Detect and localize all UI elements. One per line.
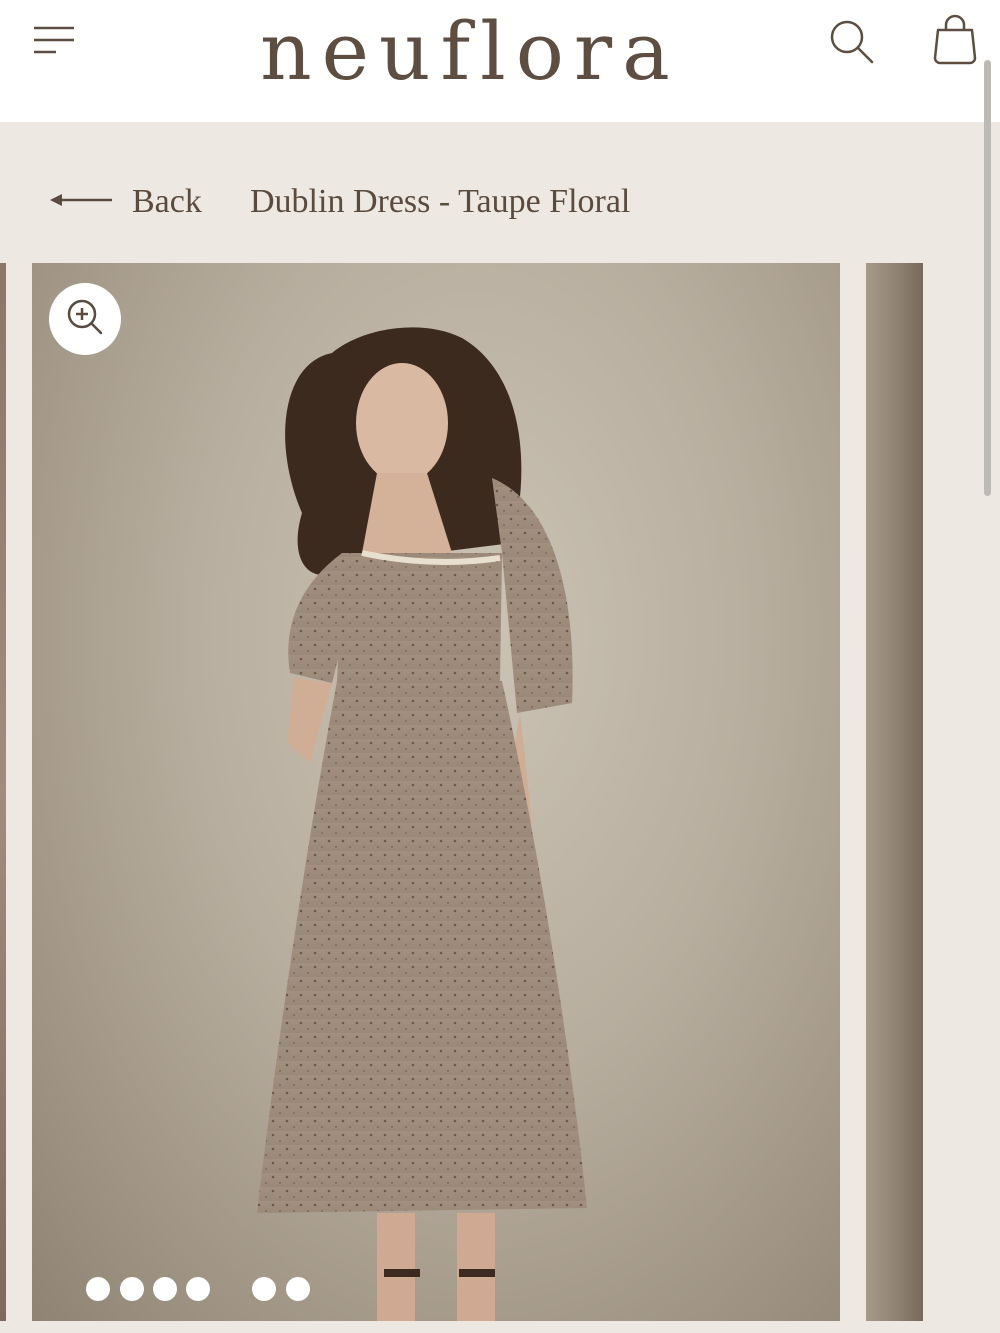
carousel-dot[interactable] <box>252 1277 276 1301</box>
zoom-in-icon <box>65 297 105 341</box>
carousel-dot[interactable] <box>186 1277 210 1301</box>
scrollbar-thumb[interactable] <box>984 60 991 496</box>
search-icon[interactable] <box>826 16 878 68</box>
product-photo <box>257 327 587 1321</box>
carousel-dot[interactable] <box>120 1277 144 1301</box>
site-header: neuflora <box>0 0 1000 122</box>
arrow-left-icon <box>48 190 132 214</box>
back-label: Back <box>132 183 202 220</box>
site-logo[interactable]: neuflora <box>200 4 740 100</box>
carousel-dot[interactable] <box>86 1277 110 1301</box>
previous-slide-image[interactable] <box>0 263 6 1321</box>
zoom-button[interactable] <box>49 283 121 355</box>
back-button[interactable]: Back <box>48 176 202 228</box>
hamburger-menu-icon[interactable] <box>30 22 78 58</box>
product-title: Dublin Dress - Taupe Floral <box>250 183 631 220</box>
carousel-dot[interactable] <box>153 1277 177 1301</box>
shopping-bag-icon[interactable] <box>930 14 980 66</box>
carousel-dot[interactable] <box>286 1277 310 1301</box>
product-image-main[interactable] <box>32 263 840 1321</box>
product-image-carousel[interactable] <box>0 263 1000 1321</box>
next-slide-image[interactable] <box>866 263 923 1321</box>
